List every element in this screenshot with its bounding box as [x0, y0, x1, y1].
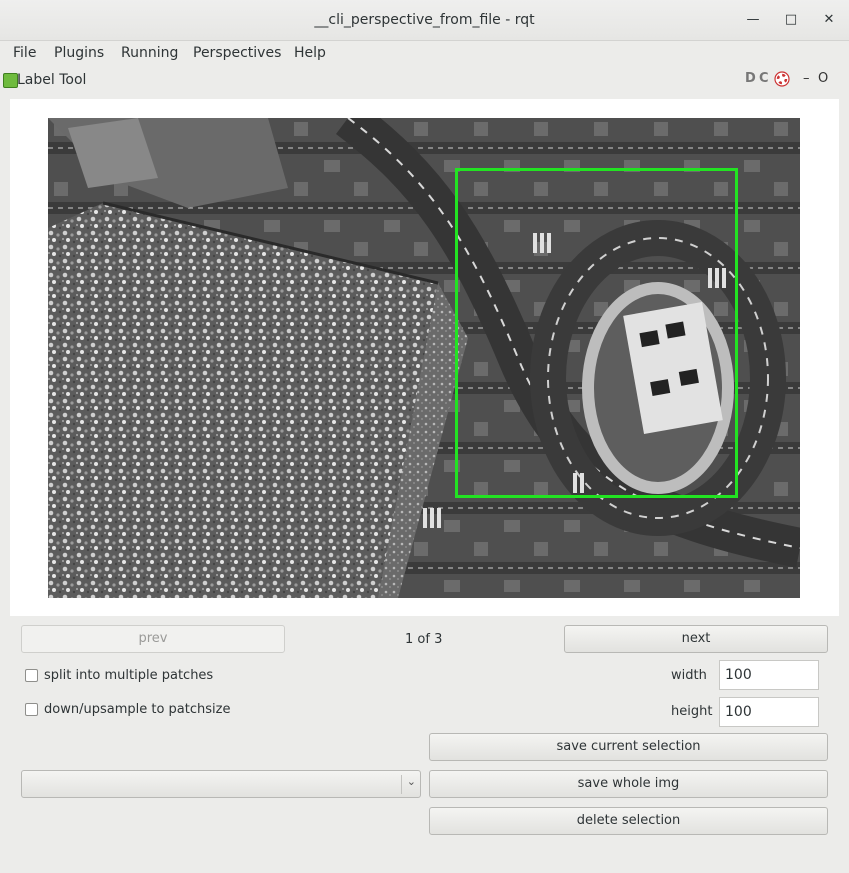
- selection-rectangle[interactable]: [455, 168, 738, 498]
- menu-perspectives[interactable]: Perspectives: [193, 45, 281, 61]
- maximize-icon[interactable]: □: [780, 9, 802, 31]
- c-icon[interactable]: C: [759, 71, 769, 86]
- camera-image[interactable]: [48, 118, 800, 598]
- label-class-combo[interactable]: ⌄: [21, 770, 421, 798]
- save-whole-img-button[interactable]: save whole img: [429, 770, 828, 798]
- help-icon[interactable]: [774, 71, 790, 91]
- height-field[interactable]: 100: [719, 697, 819, 727]
- image-panel: [10, 99, 839, 616]
- label-tool-icon: [3, 73, 18, 88]
- menu-plugins[interactable]: Plugins: [54, 45, 104, 61]
- delete-selection-button[interactable]: delete selection: [429, 807, 828, 835]
- minimize-icon[interactable]: —: [742, 9, 764, 31]
- combo-separator: [401, 775, 402, 794]
- split-patches-label: split into multiple patches: [44, 668, 214, 683]
- resample-checkbox[interactable]: [25, 703, 38, 716]
- chevron-down-icon[interactable]: ⌄: [407, 775, 416, 788]
- d-icon[interactable]: D: [745, 71, 756, 86]
- image-counter: 1 of 3: [405, 632, 443, 647]
- menu-file[interactable]: File: [13, 45, 36, 61]
- height-label: height: [671, 704, 713, 719]
- close-icon[interactable]: ✕: [818, 9, 840, 31]
- dock-title-bar: Label Tool D C – O: [0, 68, 849, 92]
- resample-label: down/upsample to patchsize: [44, 702, 231, 717]
- title-bar: __cli_perspective_from_file - rqt — □ ✕: [0, 0, 849, 41]
- menu-running[interactable]: Running: [121, 45, 178, 61]
- next-button[interactable]: next: [564, 625, 828, 653]
- dock-title: Label Tool: [17, 72, 87, 88]
- menu-help[interactable]: Help: [294, 45, 326, 61]
- menu-bar: File Plugins Running Perspectives Help: [0, 41, 849, 67]
- prev-button[interactable]: prev: [21, 625, 285, 653]
- save-selection-button[interactable]: save current selection: [429, 733, 828, 761]
- width-label: width: [671, 668, 707, 683]
- window-title: __cli_perspective_from_file - rqt: [314, 12, 535, 28]
- rqt-window: __cli_perspective_from_file - rqt — □ ✕ …: [0, 0, 849, 873]
- width-field[interactable]: 100: [719, 660, 819, 690]
- dock-close-icon[interactable]: O: [818, 71, 828, 86]
- dock-minimize-icon[interactable]: –: [803, 71, 810, 86]
- split-patches-checkbox[interactable]: [25, 669, 38, 682]
